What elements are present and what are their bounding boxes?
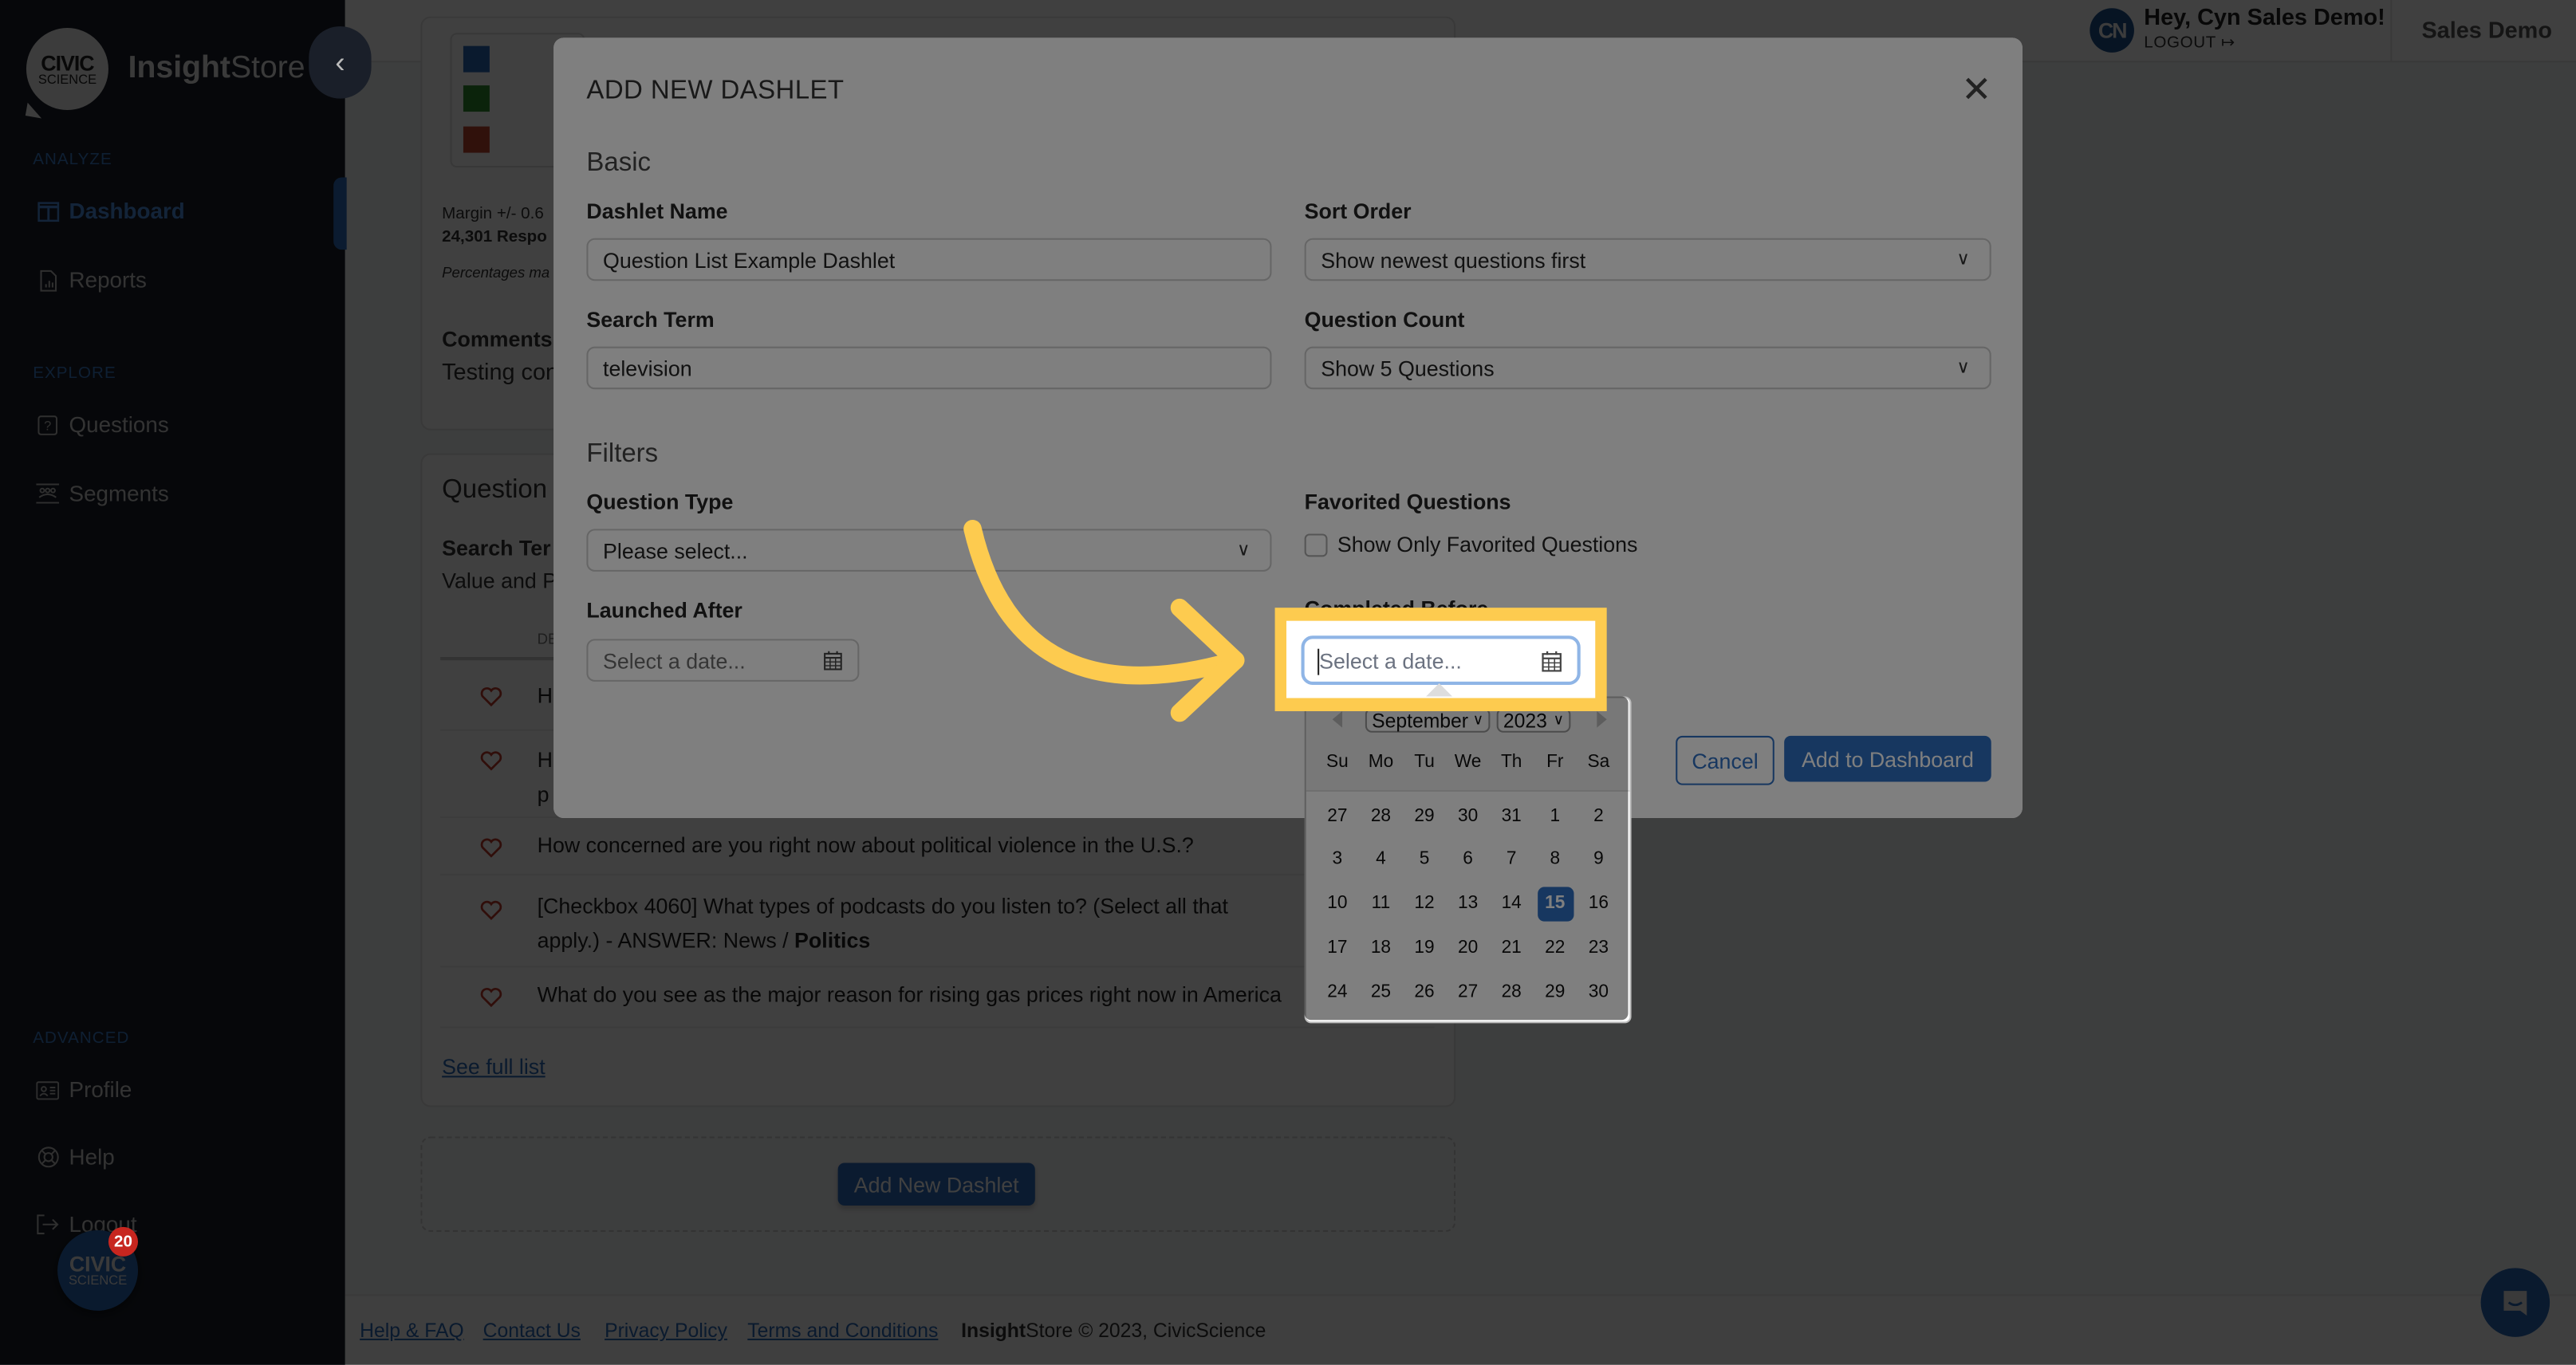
- month-select[interactable]: September ∨: [1365, 707, 1491, 733]
- favorited-questions-label: Favorited Questions: [1304, 489, 1511, 514]
- dashlet-name-label: Dashlet Name: [586, 199, 728, 224]
- dashlet-name-input[interactable]: Question List Example Dashlet: [586, 238, 1272, 281]
- datepicker-popup: September ∨ 2023 ∨ Su Mo Tu We Th Fr Sa 27 28 29 30…: [1304, 696, 1632, 1024]
- search-term-label: Search Term: [586, 307, 715, 332]
- day-cell[interactable]: 3: [1319, 842, 1355, 876]
- favorited-only-label[interactable]: Show Only Favorited Questions: [1337, 532, 1638, 557]
- day-cell[interactable]: 20: [1450, 930, 1486, 965]
- day-cell[interactable]: 16: [1581, 887, 1617, 921]
- day-cell[interactable]: 24: [1319, 974, 1355, 1009]
- annotation-arrow-icon: [963, 519, 1245, 722]
- day-cell[interactable]: 28: [1494, 974, 1530, 1009]
- close-modal-button[interactable]: ✕: [1956, 69, 1995, 111]
- weekday-label: Th: [1500, 752, 1522, 773]
- chevron-left-icon: ‹: [335, 45, 345, 78]
- question-type-label: Question Type: [586, 489, 734, 514]
- favorited-only-checkbox[interactable]: [1304, 533, 1328, 557]
- launched-after-label: Launched After: [586, 597, 742, 623]
- datepicker-header: September ∨ 2023 ∨: [1306, 698, 1630, 792]
- add-to-dashboard-button[interactable]: Add to Dashboard: [1784, 735, 1991, 782]
- cancel-button[interactable]: Cancel: [1676, 735, 1774, 785]
- filters-section-heading: Filters: [586, 440, 659, 469]
- day-cell[interactable]: 6: [1450, 842, 1486, 876]
- day-cell-selected[interactable]: 15: [1537, 886, 1574, 921]
- day-cell[interactable]: 12: [1406, 887, 1442, 921]
- day-cell[interactable]: 27: [1319, 798, 1355, 832]
- day-cell[interactable]: 30: [1450, 798, 1486, 832]
- chevron-down-icon: ∨: [1553, 710, 1565, 728]
- day-cell[interactable]: 21: [1494, 930, 1530, 965]
- completed-before-label: Completed Before: [1305, 596, 1489, 608]
- day-cell[interactable]: 18: [1363, 930, 1399, 965]
- basic-section-heading: Basic: [586, 149, 652, 178]
- day-cell[interactable]: 23: [1581, 930, 1617, 965]
- day-cell[interactable]: 5: [1406, 842, 1442, 876]
- app-screen: CN Hey, Cyn Sales Demo! LOGOUT ↦ Sales D…: [0, 0, 2576, 1365]
- day-cell[interactable]: 28: [1363, 798, 1399, 832]
- weekday-label: We: [1454, 752, 1482, 773]
- search-term-input[interactable]: television: [586, 346, 1272, 390]
- day-cell[interactable]: 26: [1406, 974, 1442, 1009]
- day-cell[interactable]: 2: [1581, 798, 1617, 832]
- day-cell[interactable]: 14: [1494, 887, 1530, 921]
- calendar-icon: [1542, 651, 1562, 672]
- weekday-label: Mo: [1368, 752, 1394, 773]
- weekday-label: Su: [1325, 752, 1349, 773]
- weekday-label: Tu: [1414, 752, 1435, 773]
- launched-after-placeholder: Select a date...: [603, 647, 746, 673]
- day-cell[interactable]: 4: [1363, 842, 1399, 876]
- day-cell[interactable]: 13: [1450, 887, 1486, 921]
- collapse-sidebar-button[interactable]: ‹: [309, 26, 372, 99]
- day-cell[interactable]: 29: [1537, 974, 1573, 1009]
- year-select[interactable]: 2023 ∨: [1496, 707, 1571, 733]
- prev-month-button[interactable]: [1332, 710, 1343, 728]
- next-month-button[interactable]: [1597, 710, 1607, 728]
- question-count-value: Show 5 Questions: [1321, 355, 1495, 380]
- day-cell[interactable]: 29: [1406, 798, 1442, 832]
- weekday-label: Fr: [1546, 752, 1564, 773]
- close-icon: ✕: [1961, 69, 1992, 111]
- day-cell[interactable]: 30: [1581, 974, 1617, 1009]
- day-cell[interactable]: 27: [1450, 974, 1486, 1009]
- month-value: September: [1372, 708, 1469, 732]
- day-cell[interactable]: 22: [1537, 930, 1573, 965]
- completed-before-input[interactable]: Select a date...: [1301, 635, 1581, 686]
- day-cell[interactable]: 10: [1319, 887, 1355, 921]
- chevron-down-icon: ∨: [1956, 250, 1970, 269]
- notification-badge: 20: [108, 1226, 139, 1257]
- weekday-label: Sa: [1587, 752, 1610, 773]
- day-cell[interactable]: 11: [1363, 887, 1399, 921]
- year-value: 2023: [1503, 708, 1547, 732]
- search-term-value: television: [603, 355, 692, 380]
- day-cell[interactable]: 25: [1363, 974, 1399, 1009]
- day-cell[interactable]: 31: [1494, 798, 1530, 832]
- day-cell[interactable]: 17: [1319, 930, 1355, 965]
- chevron-down-icon: ∨: [1956, 358, 1970, 378]
- completed-before-placeholder: Select a date...: [1319, 648, 1462, 674]
- dashlet-name-value: Question List Example Dashlet: [603, 247, 896, 272]
- modal-title: ADD NEW DASHLET: [586, 77, 845, 105]
- sort-order-value: Show newest questions first: [1321, 247, 1586, 272]
- day-cell[interactable]: 1: [1537, 798, 1573, 832]
- question-type-value: Please select...: [603, 537, 748, 563]
- day-cell[interactable]: 8: [1537, 842, 1573, 876]
- day-cell[interactable]: 9: [1581, 842, 1617, 876]
- question-count-select[interactable]: Show 5 Questions ∨: [1304, 346, 1991, 390]
- calendar-icon: [824, 651, 842, 671]
- sort-order-label: Sort Order: [1304, 199, 1412, 224]
- launched-after-input[interactable]: Select a date...: [586, 639, 860, 682]
- day-cell[interactable]: 7: [1494, 842, 1530, 876]
- chevron-down-icon: ∨: [1472, 710, 1484, 728]
- text-cursor: [1318, 648, 1320, 675]
- day-cell[interactable]: 19: [1406, 930, 1442, 965]
- question-count-label: Question Count: [1304, 307, 1465, 332]
- sort-order-select[interactable]: Show newest questions first ∨: [1304, 238, 1991, 281]
- datepicker-pointer: [1426, 682, 1453, 697]
